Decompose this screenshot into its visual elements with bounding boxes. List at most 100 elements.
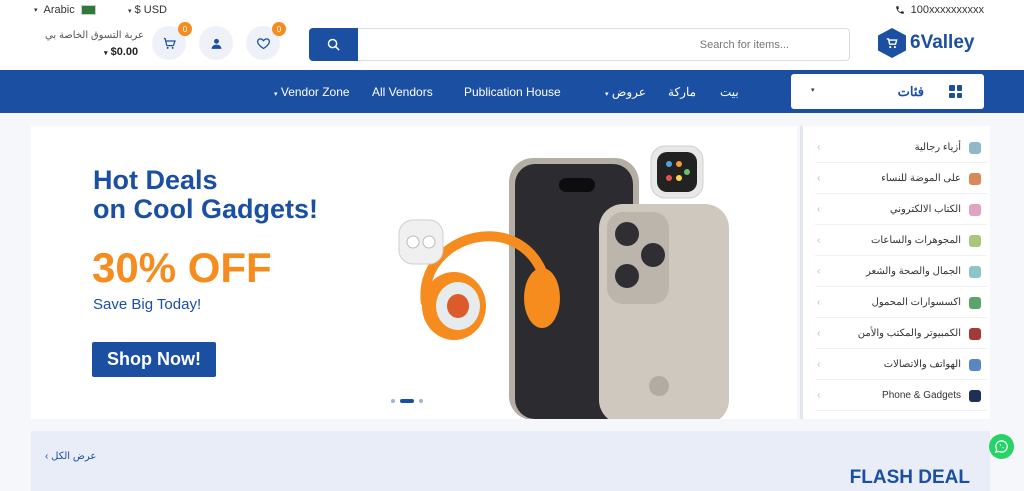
wishlist-count-badge: 0 xyxy=(272,22,286,36)
top-bar: ▾ Arabic ▾ $ USD 100xxxxxxxxxx xyxy=(0,0,1024,22)
category-icon xyxy=(969,173,981,185)
category-item[interactable]: ‹ Phone & Gadgets xyxy=(815,380,987,411)
nav-offers[interactable]: ▾ عروض xyxy=(605,85,646,99)
account-button[interactable] xyxy=(199,26,233,60)
category-item[interactable]: ‹ على الموضة للنساء xyxy=(815,163,987,194)
hero-title-line1: Hot Deals xyxy=(93,165,218,195)
category-label: الكتاب الالكتروني xyxy=(889,204,961,215)
chevron-left-icon: ‹ xyxy=(817,390,821,401)
cart-total-value: $0.00 xyxy=(110,46,139,58)
nav-item-label: بيت xyxy=(720,85,739,99)
category-label: الكمبيوتر والمكتب والأمن xyxy=(857,328,961,339)
carousel-indicators xyxy=(391,399,423,403)
currency-label: $ USD xyxy=(134,4,167,16)
phone-icon xyxy=(895,6,904,14)
shop-now-button[interactable]: Shop Now! xyxy=(92,342,216,377)
category-icon xyxy=(969,328,981,340)
nav-all-vendors[interactable]: All Vendors xyxy=(372,85,433,99)
category-icon xyxy=(969,204,981,216)
category-label: Phone & Gadgets xyxy=(882,390,961,401)
category-item[interactable]: ‹ المجوهرات والساعات xyxy=(815,225,987,256)
category-item[interactable]: ‹ الكتاب الالكتروني xyxy=(815,194,987,225)
hero-title-line2: on Cool Gadgets! xyxy=(93,194,318,224)
phone-contact[interactable]: 100xxxxxxxxxx xyxy=(895,4,984,16)
category-label: أزياء رجالية xyxy=(914,142,961,153)
chevron-left-icon: ‹ xyxy=(45,451,49,462)
flash-deal-section: ‹ عرض الكل FLASH DEAL xyxy=(31,431,990,491)
category-label: اكسسوارات المحمول xyxy=(871,297,961,308)
view-all-label: عرض الكل xyxy=(51,451,97,462)
categories-label: فئات xyxy=(897,84,924,99)
nav-brand[interactable]: ماركة xyxy=(668,85,696,99)
flag-icon xyxy=(80,5,96,15)
chevron-left-icon: ‹ xyxy=(817,359,821,370)
wishlist-button[interactable]: 0 xyxy=(246,22,286,60)
nav-home[interactable]: بيت xyxy=(720,85,739,99)
category-icon xyxy=(969,297,981,309)
main-nav: ▾ Vendor Zone All Vendors Publication Ho… xyxy=(0,70,1024,113)
heart-icon xyxy=(256,37,270,49)
chevron-left-icon: ‹ xyxy=(817,235,821,246)
search-button[interactable] xyxy=(309,28,358,61)
logo-text: 6Valley xyxy=(910,32,975,53)
smartwatch-image xyxy=(650,145,704,199)
chevron-left-icon: ‹ xyxy=(817,328,821,339)
nav-item-label: All Vendors xyxy=(372,85,433,99)
cart-icon xyxy=(163,37,176,49)
category-icon xyxy=(969,235,981,247)
nav-vendor-zone[interactable]: ▾ Vendor Zone xyxy=(274,85,350,99)
nav-item-label: Vendor Zone xyxy=(280,85,350,99)
carousel-dot-active[interactable] xyxy=(400,399,414,403)
carousel-dot[interactable] xyxy=(419,399,423,403)
site-logo[interactable]: 6Valley xyxy=(878,28,974,58)
chevron-down-icon: ▾ xyxy=(34,7,38,14)
cart-count-badge: 0 xyxy=(178,22,192,36)
user-icon xyxy=(211,38,221,49)
category-item[interactable]: ‹ الهواتف والاتصالات xyxy=(815,349,987,380)
grid-icon xyxy=(949,85,962,98)
chevron-down-icon: ▾ xyxy=(605,91,609,98)
search-icon xyxy=(327,38,340,51)
category-item[interactable]: ‹ أزياء رجالية xyxy=(815,132,987,163)
category-sidebar: ‹ أزياء رجالية ‹ على الموضة للنساء ‹ الك… xyxy=(800,126,990,419)
category-item[interactable]: ‹ الكمبيوتر والمكتب والأمن xyxy=(815,318,987,349)
carousel-dot[interactable] xyxy=(391,399,395,403)
currency-selector[interactable]: ▾ $ USD xyxy=(128,4,167,16)
whatsapp-icon xyxy=(994,440,1008,454)
cart-button[interactable]: 0 xyxy=(152,22,192,60)
category-item[interactable]: ‹ اكسسوارات المحمول xyxy=(815,287,987,318)
chevron-left-icon: ‹ xyxy=(817,204,821,215)
category-icon xyxy=(969,359,981,371)
cart-total[interactable]: ▾ $0.00 xyxy=(104,46,138,58)
view-all-link[interactable]: ‹ عرض الكل xyxy=(45,451,96,462)
category-label: المجوهرات والساعات xyxy=(870,235,961,246)
flash-deal-title: FLASH DEAL xyxy=(849,467,970,488)
category-label: الهواتف والاتصالات xyxy=(883,359,961,370)
category-label: الجمال والصحة والشعر xyxy=(866,266,961,277)
header: عربة التسوق الخاصة بي ▾ $0.00 0 0 6Valle… xyxy=(0,22,1024,70)
earbuds-case-image xyxy=(398,219,444,265)
nav-publication-house[interactable]: Publication House xyxy=(464,85,561,99)
chevron-down-icon: ▾ xyxy=(104,50,108,57)
chevron-left-icon: ‹ xyxy=(817,142,821,153)
category-label: على الموضة للنساء xyxy=(881,173,961,184)
cart-label[interactable]: عربة التسوق الخاصة بي xyxy=(44,30,144,41)
language-selector[interactable]: ▾ Arabic xyxy=(34,4,96,16)
nav-item-label: عروض xyxy=(611,85,646,99)
category-icon xyxy=(969,266,981,278)
category-icon xyxy=(969,142,981,154)
search-input[interactable] xyxy=(358,28,850,61)
whatsapp-button[interactable] xyxy=(989,434,1014,459)
categories-button[interactable]: ▾ فئات xyxy=(791,74,984,109)
language-label: Arabic xyxy=(43,4,75,16)
category-item[interactable]: ‹ الجمال والصحة والشعر xyxy=(815,256,987,287)
hero-discount: 30% OFF xyxy=(92,244,272,291)
hero-subtitle: Save Big Today! xyxy=(93,296,202,313)
hero-title: Hot Deals on Cool Gadgets! xyxy=(93,166,318,224)
chevron-down-icon: ▾ xyxy=(128,8,132,15)
phone-number: 100xxxxxxxxxx xyxy=(910,4,984,16)
nav-item-label: ماركة xyxy=(668,85,697,99)
chevron-down-icon: ▾ xyxy=(274,91,278,98)
category-icon xyxy=(969,390,981,402)
hero-banner[interactable]: Hot Deals on Cool Gadgets! 30% OFF Save … xyxy=(31,126,797,419)
